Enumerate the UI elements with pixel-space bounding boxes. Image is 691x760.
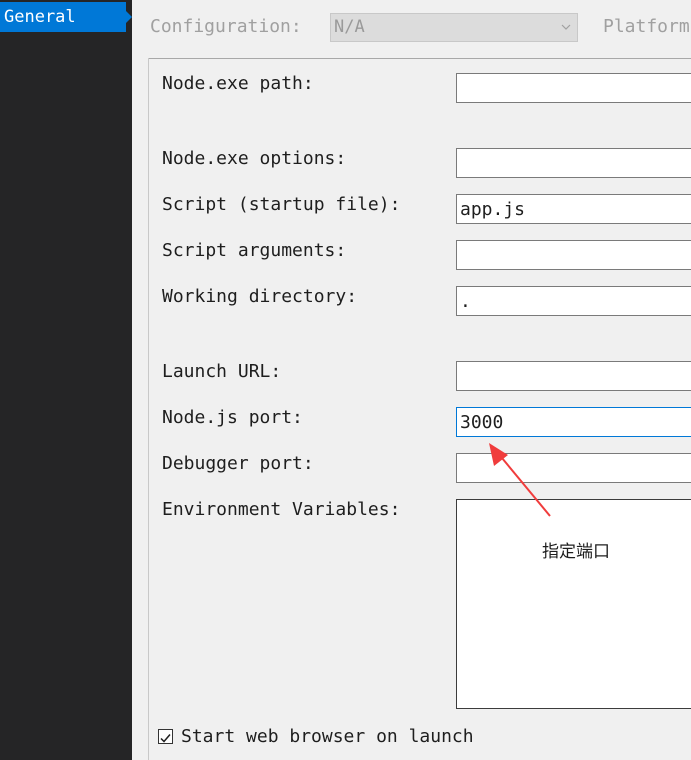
red-arrow-annotation bbox=[489, 443, 551, 517]
port-annotation-text: 指定端口 bbox=[542, 542, 610, 562]
checkmark-icon bbox=[160, 734, 171, 743]
start-browser-label: Start web browser on launch bbox=[181, 726, 474, 747]
start-browser-checkbox[interactable] bbox=[158, 729, 173, 744]
